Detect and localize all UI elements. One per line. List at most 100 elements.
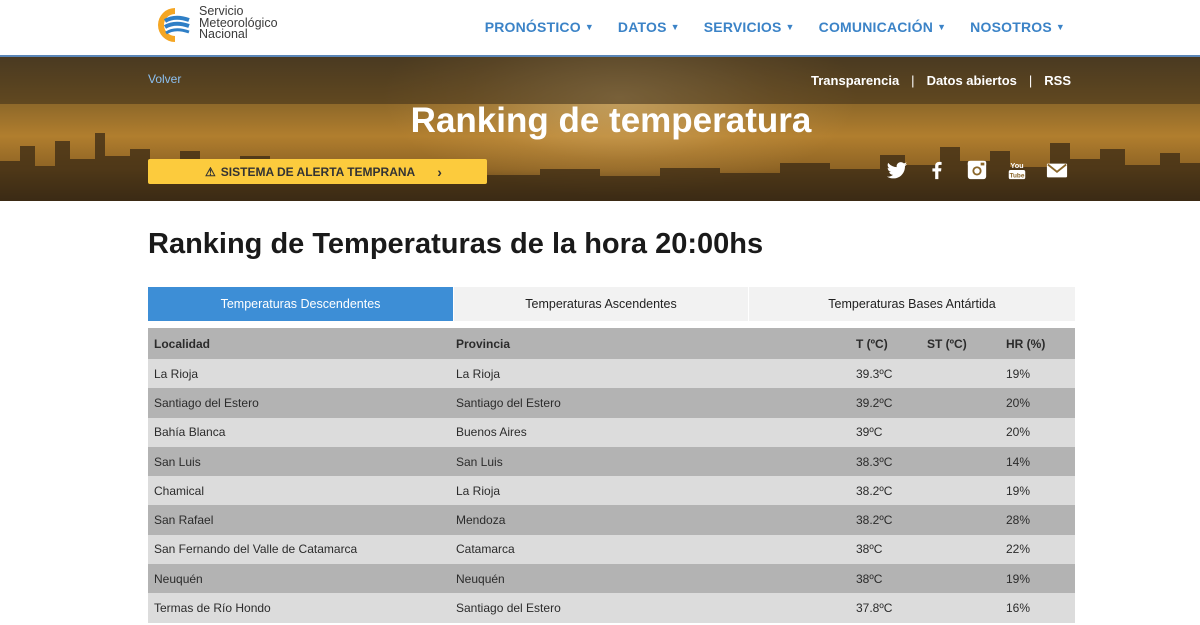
cell-sensacion-termica (921, 564, 1000, 594)
cell-provincia: La Rioja (450, 359, 850, 389)
cell-sensacion-termica (921, 505, 1000, 535)
nav-nosotros[interactable]: NOSOTROS ▼ (970, 19, 1065, 35)
cell-temperatura: 37.8ºC (850, 593, 921, 623)
cell-provincia: Catamarca (450, 534, 850, 565)
cell-humedad: 20% (1000, 388, 1075, 418)
facebook-icon[interactable] (926, 159, 948, 181)
table-row: Chamical La Rioja 38.2ºC 19% (148, 476, 1075, 506)
cell-provincia: Santiago del Estero (450, 388, 850, 418)
cell-humedad: 28% (1000, 505, 1075, 535)
nav-label: DATOS (617, 19, 667, 35)
cell-provincia: Neuquén (450, 564, 850, 594)
cell-localidad: Chamical (148, 476, 450, 506)
page-title: Ranking de Temperaturas de la hora 20:00… (148, 228, 764, 260)
chevron-right-icon: › (437, 163, 442, 180)
youtube-icon[interactable]: You Tube (1006, 159, 1028, 181)
tab-bases-antartida[interactable]: Temperaturas Bases Antártida (749, 287, 1075, 321)
cell-humedad: 16% (1000, 593, 1075, 623)
cell-localidad: Bahía Blanca (148, 417, 450, 447)
nav-servicios[interactable]: SERVICIOS ▼ (704, 19, 795, 35)
nav-label: PRONÓSTICO (484, 19, 581, 35)
alert-system-button[interactable]: ⚠ SISTEMA DE ALERTA TEMPRANA › (148, 159, 487, 184)
caret-down-icon: ▼ (584, 22, 594, 32)
mail-icon[interactable] (1046, 159, 1068, 181)
link-rss[interactable]: RSS (1044, 73, 1071, 88)
cell-sensacion-termica (921, 388, 1000, 418)
cell-humedad: 19% (1000, 476, 1075, 506)
cell-localidad: Santiago del Estero (148, 388, 450, 418)
column-header-temperatura: T (ºC) (850, 328, 921, 359)
smn-logo[interactable]: Servicio Meteorológico Nacional (155, 5, 305, 45)
cell-humedad: 14% (1000, 446, 1075, 477)
table-body: La Rioja La Rioja 39.3ºC 19% Santiago del E… (148, 359, 1075, 623)
caret-down-icon: ▼ (937, 22, 947, 32)
twitter-icon[interactable] (886, 159, 908, 181)
cell-provincia: Buenos Aires (450, 417, 850, 447)
ranking-tabs: Temperaturas Descendentes Temperaturas A… (148, 287, 1075, 321)
tab-ascendentes[interactable]: Temperaturas Ascendentes (454, 287, 749, 321)
column-header-sensacion-termica: ST (ºC) (921, 328, 1000, 359)
table-row: San Rafael Mendoza 38.2ºC 28% (148, 505, 1075, 535)
utility-links: Transparencia | Datos abiertos | RSS (811, 73, 1071, 88)
cell-sensacion-termica (921, 417, 1000, 447)
smn-logo-icon (158, 8, 193, 42)
social-links: You Tube (886, 159, 1068, 181)
logo-line-3: Nacional (199, 27, 248, 41)
hero-banner: Volver Transparencia | Datos abiertos | … (0, 57, 1200, 201)
cell-sensacion-termica (921, 446, 1000, 477)
warning-icon: ⚠ (205, 164, 216, 179)
table-row: Neuquén Neuquén 38ºC 19% (148, 564, 1075, 594)
caret-down-icon: ▼ (785, 22, 795, 32)
nav-comunicacion[interactable]: COMUNICACIÓN ▼ (819, 19, 947, 35)
ranking-table: Localidad Provincia T (ºC) ST (ºC) HR (%… (148, 328, 1075, 623)
svg-text:You: You (1010, 161, 1023, 170)
cell-temperatura: 38.2ºC (850, 476, 921, 506)
cell-temperatura: 39ºC (850, 417, 921, 447)
cell-provincia: San Luis (450, 446, 850, 477)
tab-descendentes[interactable]: Temperaturas Descendentes (148, 287, 454, 321)
cell-humedad: 19% (1000, 359, 1075, 389)
main-nav: PRONÓSTICO ▼ DATOS ▼ SERVICIOS ▼ COMUNICACI… (485, 19, 1065, 35)
cell-temperatura: 38ºC (850, 564, 921, 594)
link-datos-abiertos[interactable]: Datos abiertos (927, 73, 1017, 88)
cell-temperatura: 39.2ºC (850, 388, 921, 418)
cell-provincia: Mendoza (450, 505, 850, 535)
cell-localidad: San Rafael (148, 505, 450, 535)
column-header-humedad: HR (%) (1000, 328, 1075, 359)
cell-temperatura: 39.3ºC (850, 359, 921, 389)
nav-label: SERVICIOS (703, 19, 782, 35)
cell-localidad: La Rioja (148, 359, 450, 389)
column-header-provincia: Provincia (450, 328, 850, 359)
hero-title: Ranking de temperatura (410, 101, 812, 140)
cell-provincia: Santiago del Estero (450, 593, 850, 623)
nav-datos[interactable]: DATOS ▼ (618, 19, 680, 35)
nav-label: COMUNICACIÓN (818, 19, 934, 35)
top-navbar: Servicio Meteorológico Nacional PRONÓSTI… (0, 0, 1200, 57)
table-row: La Rioja La Rioja 39.3ºC 19% (148, 359, 1075, 389)
table-row: San Fernando del Valle de Catamarca Catam… (148, 534, 1075, 565)
cell-localidad: Termas de Río Hondo (148, 593, 450, 623)
instagram-icon[interactable] (966, 159, 988, 181)
cell-humedad: 22% (1000, 534, 1075, 565)
logo-text: Servicio Meteorológico Nacional (199, 5, 278, 41)
divider: | (1028, 73, 1033, 88)
cell-temperatura: 38.2ºC (850, 505, 921, 535)
cell-humedad: 20% (1000, 417, 1075, 447)
cell-sensacion-termica (921, 593, 1000, 623)
cell-sensacion-termica (921, 534, 1000, 565)
back-link[interactable]: Volver (148, 72, 181, 86)
cell-localidad: San Fernando del Valle de Catamarca (148, 534, 450, 565)
cell-temperatura: 38ºC (850, 534, 921, 565)
svg-text:Tube: Tube (1010, 172, 1025, 179)
alert-button-label: SISTEMA DE ALERTA TEMPRANA (220, 164, 416, 179)
cell-sensacion-termica (921, 359, 1000, 389)
column-header-localidad: Localidad (148, 328, 450, 359)
table-row: San Luis San Luis 38.3ºC 14% (148, 446, 1075, 477)
cell-sensacion-termica (921, 476, 1000, 506)
link-transparencia[interactable]: Transparencia (811, 73, 899, 88)
cell-temperatura: 38.3ºC (850, 446, 921, 477)
nav-pronostico[interactable]: PRONÓSTICO ▼ (485, 19, 594, 35)
cell-humedad: 19% (1000, 564, 1075, 594)
caret-down-icon: ▼ (1055, 22, 1065, 32)
table-row: Termas de Río Hondo Santiago del Estero 37… (148, 593, 1075, 623)
